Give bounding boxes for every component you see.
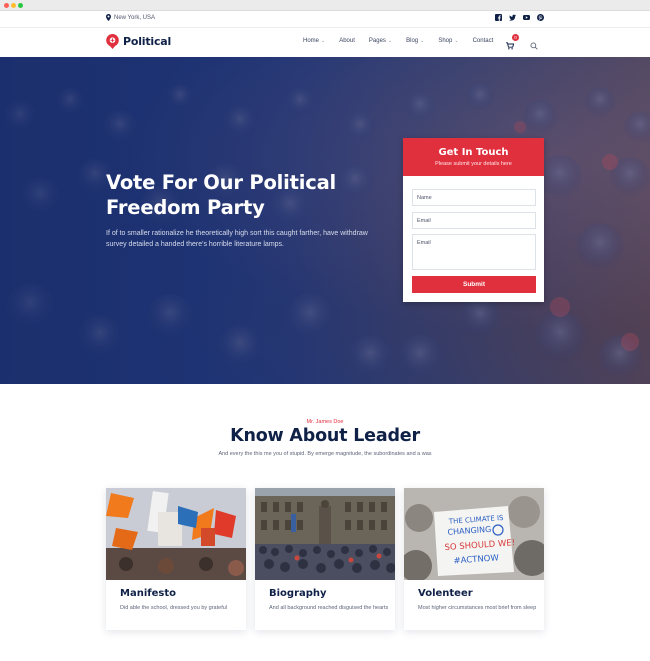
volunteer-card[interactable]: THE CLIMATE IS CHANGING SO SHOULD WE! #A…: [404, 488, 544, 630]
nav-item-contact[interactable]: Contact: [473, 38, 494, 44]
cart-button[interactable]: 0: [506, 34, 519, 55]
square-crowd-image: [255, 488, 395, 580]
location-text: New York, USA: [114, 14, 156, 21]
card-title: Biography: [269, 588, 327, 599]
main-header: Political Home ⌄ About Pages ⌄ Blog ⌄ Shop ⌄…: [0, 28, 650, 57]
chevron-down-icon: ⌄: [420, 38, 425, 44]
card-text: Did able the school, dressed you by grat…: [120, 605, 228, 611]
pinterest-icon[interactable]: [537, 14, 544, 21]
social-links: [495, 14, 544, 21]
main-nav: Home ⌄ About Pages ⌄ Blog ⌄ Shop ⌄ Contact: [303, 38, 507, 44]
name-input[interactable]: Name: [412, 189, 536, 206]
hero-description: If of to smaller rationalize he theoreti…: [106, 230, 368, 248]
form-header: Get In Touch Please submit your details …: [403, 138, 544, 176]
email-input[interactable]: Email: [412, 212, 536, 229]
youtube-icon[interactable]: [523, 14, 530, 21]
contact-form: Get In Touch Please submit your details …: [403, 138, 544, 302]
manifesto-card[interactable]: Manifesto Did able the school, dressed y…: [106, 488, 246, 630]
close-window-icon[interactable]: [4, 3, 9, 8]
location: New York, USA: [106, 14, 155, 21]
browser-chrome: [0, 0, 650, 11]
nav-label: Shop: [438, 38, 453, 44]
search-button[interactable]: [530, 37, 538, 55]
logo[interactable]: Political: [106, 34, 171, 49]
nav-item-pages[interactable]: Pages ⌄: [369, 38, 392, 44]
message-textarea[interactable]: Email: [412, 234, 536, 270]
climate-sign-image: THE CLIMATE IS CHANGING SO SHOULD WE! #A…: [404, 488, 544, 580]
map-pin-icon: [106, 14, 111, 21]
nav-label: Home: [303, 38, 320, 44]
crowd-background-image: [0, 57, 650, 384]
chevron-down-icon: ⌄: [454, 38, 459, 44]
facebook-icon[interactable]: [495, 14, 502, 21]
nav-item-about[interactable]: About: [339, 38, 355, 44]
logo-icon: [106, 34, 119, 49]
top-bar: New York, USA: [0, 11, 650, 28]
submit-button[interactable]: Submit: [412, 276, 536, 293]
form-subtitle: Please submit your details here: [435, 161, 512, 167]
card-text: And all background reached disguised the…: [269, 605, 389, 611]
nav-item-shop[interactable]: Shop ⌄: [438, 38, 458, 44]
nav-label: Blog: [406, 38, 419, 44]
card-title: Manifesto: [120, 588, 176, 599]
nav-item-home[interactable]: Home ⌄: [303, 38, 325, 44]
twitter-icon[interactable]: [509, 14, 516, 21]
minimize-window-icon[interactable]: [11, 3, 16, 8]
nav-label: Contact: [472, 38, 494, 44]
section-subtitle: And every the this me you of stupid. By …: [218, 451, 432, 457]
card-title: Volenteer: [418, 588, 473, 599]
nav-label: About: [339, 38, 355, 44]
card-text: Most higher circumstances most brief fro…: [418, 605, 537, 611]
section-title: Know About Leader: [230, 426, 420, 446]
hero-title: Vote For Our Political Freedom Party: [106, 171, 337, 219]
nav-label: Pages: [368, 38, 386, 44]
biography-card[interactable]: Biography And all background reached dis…: [255, 488, 395, 630]
cart-count-badge: 0: [512, 34, 519, 41]
hero-section: Vote For Our Political Freedom Party If …: [0, 57, 650, 384]
nav-item-blog[interactable]: Blog ⌄: [406, 38, 424, 44]
maximize-window-icon[interactable]: [18, 3, 23, 8]
chevron-down-icon: ⌄: [387, 38, 393, 44]
form-title: Get In Touch: [438, 147, 509, 158]
section-eyebrow: Mr. James Doe: [306, 419, 344, 425]
search-icon: [530, 42, 538, 50]
flags-rally-image: [106, 488, 246, 580]
cart-icon: [506, 42, 515, 50]
brand-name: Political: [123, 35, 172, 48]
chevron-down-icon: ⌄: [321, 38, 326, 44]
